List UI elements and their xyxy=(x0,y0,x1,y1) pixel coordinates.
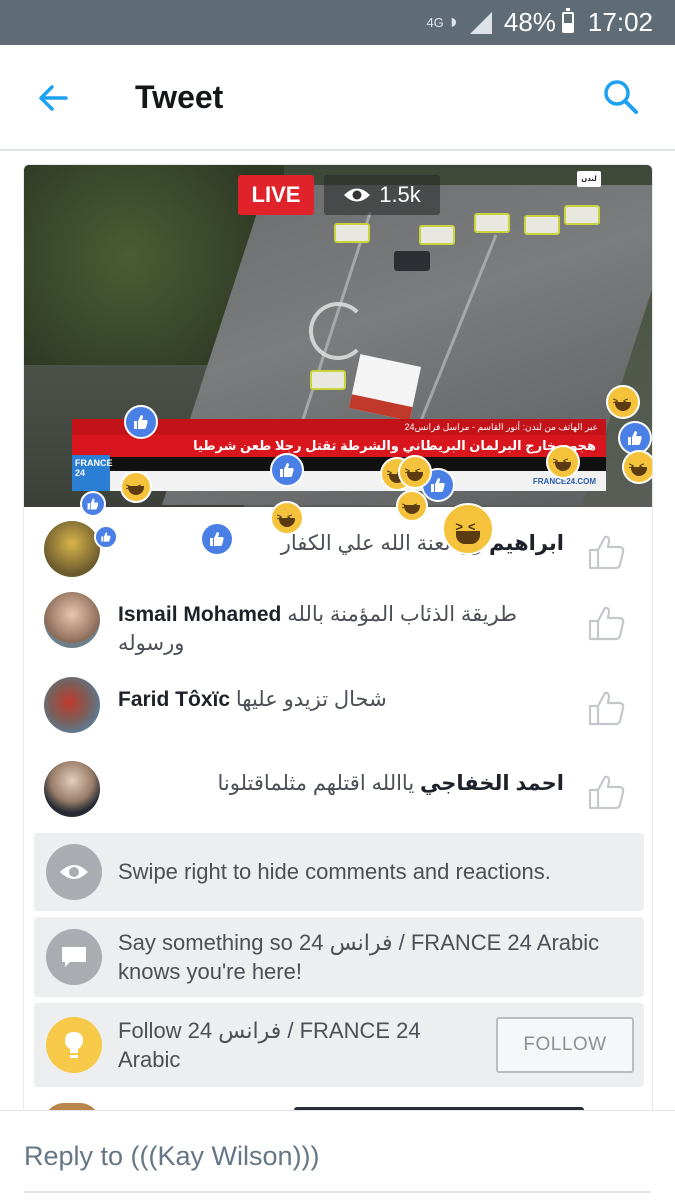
comment-text: Farid Tôxïc شحال تزيدو عليها xyxy=(118,685,568,714)
eye-icon xyxy=(46,844,102,900)
comment-text: Ismail Mohamed طريقة الذئاب المؤمنة بالل… xyxy=(118,600,568,658)
comment-author: Farid Tôxïc xyxy=(118,688,231,711)
police-car xyxy=(419,225,455,245)
signal-icon xyxy=(469,11,492,34)
comment-row: Farid Tôxïc شحال تزيدو عليها xyxy=(24,663,652,747)
like-reaction-icon xyxy=(200,522,234,556)
avatar[interactable] xyxy=(44,677,100,733)
like-reaction-icon xyxy=(124,405,158,439)
thumbs-up-icon[interactable] xyxy=(587,533,627,571)
thumbs-up-icon[interactable] xyxy=(587,773,627,811)
thumbs-up-icon[interactable] xyxy=(587,604,627,642)
follow-button[interactable]: FOLLOW xyxy=(496,1017,634,1073)
ticker-headline: هجوم خارج البرلمان البريطاني والشرطة تقت… xyxy=(72,435,606,457)
speech-bubble-icon xyxy=(46,929,102,985)
avatar[interactable] xyxy=(44,761,100,817)
page-title: Tweet xyxy=(135,79,224,115)
france24-logo: FRANCE 24 xyxy=(72,455,113,491)
reply-bar: Reply to (((Kay Wilson))) xyxy=(0,1110,675,1200)
clock: 17:02 xyxy=(587,7,653,37)
comment-author: احمد الخفاجي xyxy=(420,772,564,795)
live-video-card: LIVE 1.5k لندن عبر الهاتف من لندن: أنور … xyxy=(23,164,653,1114)
channel-tag: لندن xyxy=(577,171,601,187)
thumbs-up-icon[interactable] xyxy=(587,689,627,727)
like-reaction-icon xyxy=(80,491,106,517)
lightbulb-icon xyxy=(46,1017,102,1073)
comment-text: ابراهيم وي لعنة الله علي الكفار xyxy=(124,529,564,558)
comment-text: احمد الخفاجي ياالله اقتلهم مثلماقتلونا xyxy=(174,769,565,798)
avatar[interactable] xyxy=(44,592,100,648)
loading-spinner-icon xyxy=(309,302,367,360)
network-type: 4G xyxy=(426,15,444,30)
police-car xyxy=(474,213,510,233)
live-badge: LIVE xyxy=(238,175,314,215)
hide-hint-text: Swipe right to hide comments and reactio… xyxy=(118,859,551,884)
search-icon[interactable] xyxy=(602,78,640,116)
viewer-count: 1.5k xyxy=(324,175,440,215)
comment-composer[interactable]: Say something so 24 فرانس / FRANCE 24 Ar… xyxy=(34,917,644,997)
like-reaction-icon xyxy=(270,453,304,487)
follow-prompt: Follow 24 فرانس / FRANCE 24 Arabic FOLLO… xyxy=(34,1003,644,1087)
police-car xyxy=(524,215,560,235)
follow-prompt-text: Follow 24 فرانس / FRANCE 24 Arabic xyxy=(118,1018,421,1072)
haha-reaction-icon: >< xyxy=(120,471,152,503)
comment-author: ابراهيم xyxy=(489,532,564,555)
ticker-url: FRANCE24.COM xyxy=(72,471,606,491)
reply-input-underline xyxy=(24,1191,651,1193)
comment-body: شحال تزيدو عليها xyxy=(235,688,387,711)
arrow-left-icon[interactable] xyxy=(36,81,70,115)
like-reaction-icon xyxy=(94,525,118,549)
haha-reaction-icon: >< xyxy=(606,385,640,419)
haha-reaction-icon: >< xyxy=(398,455,432,489)
police-car xyxy=(564,205,600,225)
police-car xyxy=(310,370,346,390)
reply-input[interactable]: Reply to (((Kay Wilson))) xyxy=(24,1141,320,1172)
comment-author: Ismail Mohamed xyxy=(118,603,282,626)
haha-reaction-icon: >< xyxy=(396,490,428,522)
wifi-icon: ◗ xyxy=(447,11,460,33)
haha-reaction-icon: >< xyxy=(622,450,652,484)
viewer-count-value: 1.5k xyxy=(379,182,421,207)
battery-icon xyxy=(561,8,574,33)
status-bar: 4G ◗ 48% 17:02 xyxy=(0,0,675,45)
haha-reaction-icon: >< xyxy=(442,503,494,555)
say-something-text: Say something so 24 فرانس / FRANCE 24 Ar… xyxy=(118,930,600,984)
van xyxy=(394,251,430,271)
comment-body: ياالله اقتلهم مثلماقتلونا xyxy=(217,772,415,795)
app-bar: Tweet xyxy=(0,45,675,151)
ticker-band xyxy=(72,457,606,471)
battery-percent: 48% xyxy=(503,7,556,37)
police-car xyxy=(334,223,370,243)
comment-row: احمد الخفاجي ياالله اقتلهم مثلماقتلونا xyxy=(24,747,652,831)
haha-reaction-icon: >< xyxy=(546,445,580,479)
haha-reaction-icon: >< xyxy=(270,501,304,535)
avatar[interactable] xyxy=(44,521,100,577)
comment-row: Ismail Mohamed طريقة الذئاب المؤمنة بالل… xyxy=(24,578,652,662)
eye-icon xyxy=(344,188,371,202)
hide-comments-hint: Swipe right to hide comments and reactio… xyxy=(34,833,644,911)
